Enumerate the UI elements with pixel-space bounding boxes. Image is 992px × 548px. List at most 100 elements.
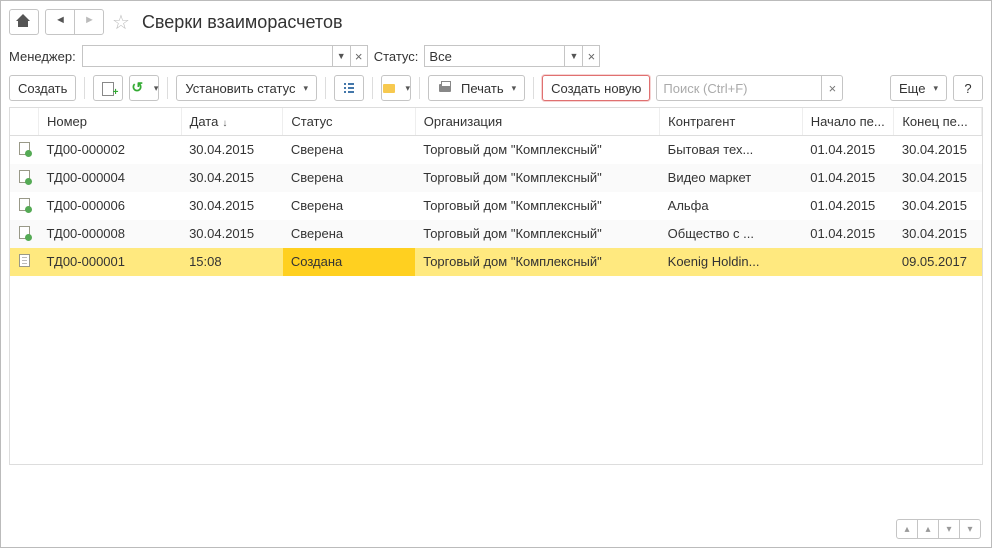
create-new-button[interactable]: Создать новую bbox=[542, 75, 650, 101]
chevron-down-icon: ▾ bbox=[303, 83, 308, 94]
table-row[interactable]: ТД00-000004 30.04.2015 СверенаТорговый дом… bbox=[10, 164, 982, 192]
table-row[interactable]: ТД00-00000630.04.2015СверенаТорговый дом… bbox=[10, 192, 982, 220]
folder-icon bbox=[382, 80, 397, 96]
row-number: ТД00-000001 bbox=[39, 248, 182, 276]
separator bbox=[533, 77, 534, 99]
document-status-icon bbox=[19, 198, 30, 211]
more-label: Еще bbox=[899, 81, 925, 96]
row-number: ТД00-000004 bbox=[39, 164, 182, 192]
status-dropdown-button[interactable]: ▼ bbox=[564, 45, 582, 67]
separator bbox=[419, 77, 420, 99]
row-status: Сверена bbox=[283, 164, 415, 192]
folder-button[interactable]: ▾ bbox=[381, 75, 411, 101]
row-date: 30.04.2015 bbox=[181, 220, 283, 248]
more-button[interactable]: Еще▾ bbox=[890, 75, 947, 101]
col-date[interactable]: Дата↓ bbox=[181, 108, 283, 136]
chevron-down-icon: ▾ bbox=[405, 83, 410, 94]
separator bbox=[325, 77, 326, 99]
row-period-start: 01.04.2015 bbox=[802, 136, 894, 164]
set-status-button[interactable]: Установить статус▾ bbox=[176, 75, 317, 101]
status-value: Все bbox=[429, 49, 451, 64]
row-icon-cell bbox=[10, 164, 39, 192]
manager-dropdown-button[interactable]: ▼ bbox=[332, 45, 350, 67]
manager-input[interactable] bbox=[82, 45, 332, 67]
status-select[interactable]: Все bbox=[424, 45, 564, 67]
row-period-end: 30.04.2015 bbox=[894, 164, 982, 192]
separator bbox=[372, 77, 373, 99]
help-button[interactable]: ? bbox=[953, 75, 983, 101]
chevron-down-icon: ▾ bbox=[154, 83, 159, 94]
col-organization[interactable]: Организация bbox=[415, 108, 659, 136]
grid-table: Номер Дата↓ Статус Организация Контраген… bbox=[10, 108, 982, 276]
home-button[interactable] bbox=[9, 9, 39, 35]
copy-new-button[interactable] bbox=[93, 75, 123, 101]
row-period-end: 30.04.2015 bbox=[894, 220, 982, 248]
row-period-end: 30.04.2015 bbox=[894, 192, 982, 220]
print-button[interactable]: Печать▾ bbox=[428, 75, 525, 101]
row-organization: Торговый дом "Комплексный" bbox=[415, 192, 659, 220]
row-status: Сверена bbox=[283, 136, 415, 164]
row-organization: Торговый дом "Комплексный" bbox=[415, 164, 659, 192]
search-field: × bbox=[656, 75, 843, 101]
row-number: ТД00-000008 bbox=[39, 220, 182, 248]
data-grid: Номер Дата↓ Статус Организация Контраген… bbox=[9, 107, 983, 465]
page-title: Сверки взаиморасчетов bbox=[142, 12, 343, 33]
scroll-up-button[interactable]: ▴ bbox=[917, 519, 939, 539]
create-label: Создать bbox=[18, 81, 67, 96]
table-row[interactable]: ТД00-00000230.04.2015СверенаТорговый дом… bbox=[10, 136, 982, 164]
row-organization: Торговый дом "Комплексный" bbox=[415, 136, 659, 164]
row-period-start bbox=[802, 248, 894, 276]
back-button[interactable] bbox=[45, 9, 75, 35]
row-icon-cell bbox=[10, 136, 39, 164]
col-number[interactable]: Номер bbox=[39, 108, 182, 136]
chevron-down-icon: ▼ bbox=[569, 51, 578, 61]
status-field: Все ▼ × bbox=[424, 45, 600, 67]
row-number: ТД00-000006 bbox=[39, 192, 182, 220]
grid-scroll-buttons: ▴ ▴ ▾ ▾ bbox=[896, 519, 981, 539]
manager-clear-button[interactable]: × bbox=[350, 45, 368, 67]
row-counterparty: Бытовая тех... bbox=[660, 136, 803, 164]
table-row[interactable]: ТД00-00000830.04.2015СверенаТорговый дом… bbox=[10, 220, 982, 248]
forward-button[interactable] bbox=[74, 9, 104, 35]
table-row[interactable]: ТД00-00000115:08СозданаТорговый дом "Ком… bbox=[10, 248, 982, 276]
row-status: Создана bbox=[283, 248, 415, 276]
col-icon[interactable] bbox=[10, 108, 39, 136]
home-icon bbox=[16, 14, 32, 30]
create-button[interactable]: Создать bbox=[9, 75, 76, 101]
row-icon-cell bbox=[10, 192, 39, 220]
col-period-end[interactable]: Конец пе... bbox=[894, 108, 982, 136]
col-period-start[interactable]: Начало пе... bbox=[802, 108, 894, 136]
favorite-star-icon[interactable]: ☆ bbox=[112, 10, 130, 35]
scroll-down-button[interactable]: ▾ bbox=[938, 519, 960, 539]
separator bbox=[167, 77, 168, 99]
topbar: ☆ Сверки взаиморасчетов bbox=[9, 9, 983, 35]
scroll-bottom-button[interactable]: ▾ bbox=[959, 519, 981, 539]
row-number: ТД00-000002 bbox=[39, 136, 182, 164]
document-status-icon bbox=[19, 142, 30, 155]
chevron-down-icon: ▾ bbox=[512, 83, 517, 94]
col-status[interactable]: Статус bbox=[283, 108, 415, 136]
arrow-left-icon bbox=[52, 14, 68, 30]
row-counterparty: Видео маркет bbox=[660, 164, 803, 192]
status-label: Статус: bbox=[374, 49, 419, 64]
manager-field: ▼ × bbox=[82, 45, 368, 67]
row-counterparty: Общество с ... bbox=[660, 220, 803, 248]
scroll-top-button[interactable]: ▴ bbox=[896, 519, 918, 539]
search-input[interactable] bbox=[656, 75, 821, 101]
header-row: Номер Дата↓ Статус Организация Контраген… bbox=[10, 108, 982, 136]
row-period-start: 01.04.2015 bbox=[802, 220, 894, 248]
list-view-button[interactable] bbox=[334, 75, 364, 101]
row-period-start: 01.04.2015 bbox=[802, 164, 894, 192]
status-clear-button[interactable]: × bbox=[582, 45, 600, 67]
col-counterparty[interactable]: Контрагент bbox=[660, 108, 803, 136]
app-window: ☆ Сверки взаиморасчетов Менеджер: ▼ × Ст… bbox=[0, 0, 992, 548]
row-period-start: 01.04.2015 bbox=[802, 192, 894, 220]
row-status: Сверена bbox=[283, 220, 415, 248]
refresh-icon bbox=[130, 80, 145, 96]
copy-new-icon bbox=[100, 80, 116, 96]
refresh-button[interactable]: ▾ bbox=[129, 75, 159, 101]
search-clear-button[interactable]: × bbox=[821, 75, 843, 101]
sort-asc-icon: ↓ bbox=[222, 118, 227, 129]
manager-label: Менеджер: bbox=[9, 49, 76, 64]
row-date: 15:08 bbox=[181, 248, 283, 276]
